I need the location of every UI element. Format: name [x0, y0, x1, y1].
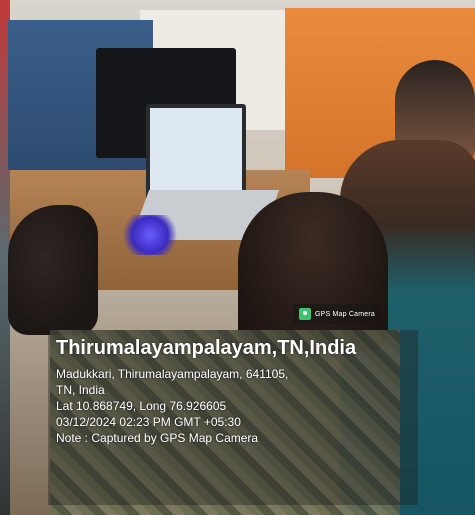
robot-device: [120, 215, 180, 255]
photo: GPS Map Camera Thirumalayampalayam,TN,In…: [0, 0, 475, 515]
address-line-2: TN, India: [56, 383, 105, 397]
gps-brand-badge: GPS Map Camera: [293, 304, 381, 324]
place-title: Thirumalayampalayam,TN,India: [56, 337, 357, 359]
capture-note: Note : Captured by GPS Map Camera: [56, 431, 259, 445]
brand-label: GPS Map Camera: [315, 310, 375, 318]
coordinates: Lat 10.868749, Long 76.926605: [56, 399, 227, 413]
gps-map-camera-icon: [299, 308, 311, 320]
gps-stamp-overlay: GPS Map Camera Thirumalayampalayam,TN,In…: [48, 300, 428, 510]
laptop-screen: [146, 104, 246, 200]
address-line-1: Madukkari, Thirumalayampalayam, 641105,: [56, 367, 289, 381]
datetime: 03/12/2024 02:23 PM GMT +05:30: [56, 415, 241, 429]
stamp-details: Madukkari, Thirumalayampalayam, 641105, …: [56, 366, 410, 446]
gps-info-box: Thirumalayampalayam,TN,India Madukkari, …: [48, 330, 418, 505]
